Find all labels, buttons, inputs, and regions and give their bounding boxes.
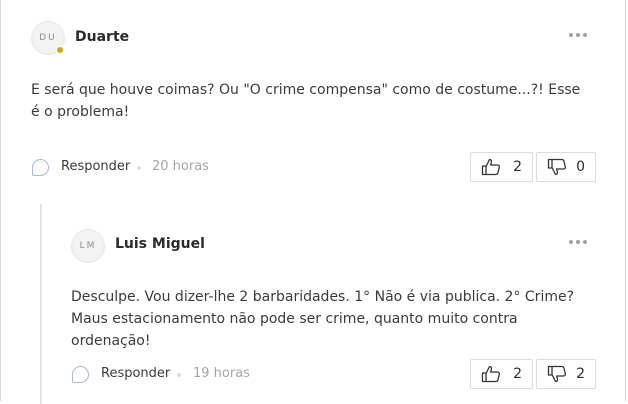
- comment-author[interactable]: Luis Miguel: [115, 236, 205, 252]
- dislike-button[interactable]: 0: [536, 152, 596, 182]
- reply-button[interactable]: Responder: [61, 159, 130, 174]
- reply-bubble-icon[interactable]: [72, 366, 89, 383]
- like-count: 2: [513, 366, 522, 382]
- like-button[interactable]: 2: [470, 359, 533, 389]
- avatar[interactable]: LM: [71, 229, 105, 263]
- more-options-icon[interactable]: [569, 240, 587, 244]
- dislike-count: 0: [576, 159, 585, 175]
- thumbs-up-icon: [481, 158, 501, 176]
- reply-button[interactable]: Responder: [101, 366, 170, 381]
- separator-dot: [137, 166, 141, 170]
- like-button[interactable]: 2: [470, 152, 533, 182]
- more-options-icon[interactable]: [569, 33, 587, 37]
- comment-text: Desculpe. Vou dizer-lhe 2 barbaridades. …: [71, 289, 575, 349]
- avatar-initials: DU: [39, 33, 57, 43]
- separator-dot: [177, 373, 181, 377]
- comment-timestamp: 19 horas: [193, 366, 250, 381]
- online-status-dot: [56, 46, 64, 54]
- dislike-count: 2: [576, 366, 585, 382]
- avatar-initials: LM: [79, 241, 97, 251]
- comment-timestamp: 20 horas: [152, 159, 209, 174]
- thumbs-down-icon: [547, 158, 567, 176]
- dislike-button[interactable]: 2: [536, 359, 596, 389]
- page-left-border: [0, 0, 1, 401]
- reply-bubble-icon[interactable]: [32, 159, 49, 176]
- reply-thread-line: [40, 204, 42, 404]
- like-count: 2: [513, 159, 522, 175]
- page-right-border: [625, 0, 626, 401]
- comment-text: E será que houve coimas? Ou "O crime com…: [31, 82, 581, 120]
- comment-author[interactable]: Duarte: [75, 29, 129, 45]
- thumbs-up-icon: [481, 365, 501, 383]
- thumbs-down-icon: [547, 365, 567, 383]
